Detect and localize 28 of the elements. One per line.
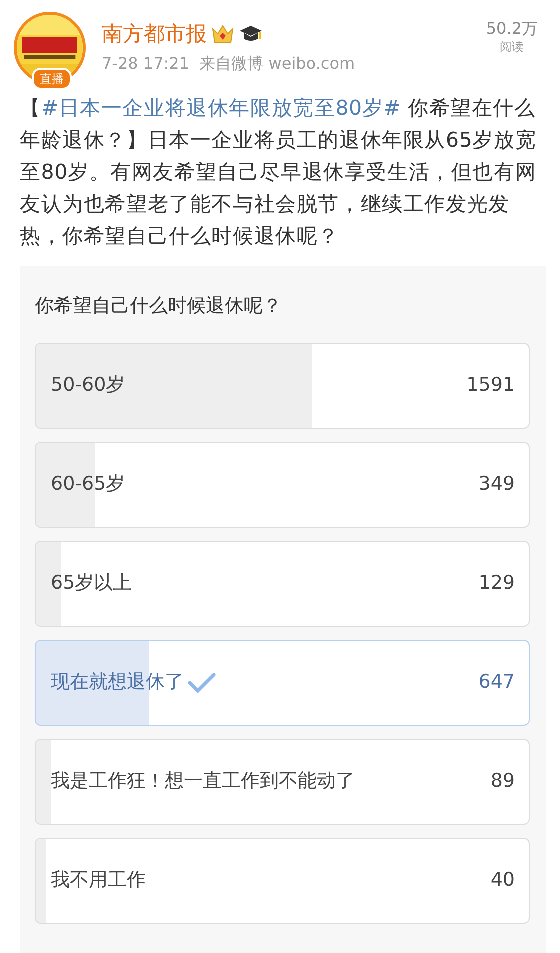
poll-option[interactable]: 50-60岁 1591 (35, 342, 530, 428)
post-time: 7-28 17:21 (102, 54, 190, 73)
poll-option[interactable]: 60-65岁 349 (35, 442, 530, 528)
post-source: 来自微博 weibo.com (200, 54, 356, 73)
vote-count: 89 (490, 769, 515, 794)
post-text: 【#日本一企业将退休年限放宽至80岁# 你希望在什么年龄退休？】日本一企业将员工的退休年限从65岁放宽至80岁。有网友希望自己尽早退休享受生活，但也有网友认为也希望老了能不与社会脱节，继续工作发光发热，你希望自己什么时候退休呢？ (19, 95, 538, 250)
vote-count: 647 (478, 670, 515, 696)
option-label: 我是工作狂！想一直工作到不能动了 (51, 769, 355, 794)
read-label: 阅读 (499, 39, 526, 56)
option-label: 65岁以上 (51, 571, 132, 596)
poll-option[interactable]: 我不用工作 40 (35, 838, 530, 924)
option-label: 50-60岁 (51, 373, 126, 398)
hashtag-link[interactable]: #日本一企业将退休年限放宽至80岁# (41, 96, 402, 120)
vote-count: 40 (490, 868, 515, 894)
poll-question: 你希望自己什么时候退休呢？ (35, 294, 283, 319)
poll-option[interactable]: 65岁以上 129 (35, 540, 530, 626)
crown-icon (211, 23, 235, 45)
vote-count: 349 (478, 472, 515, 498)
poll-option[interactable]: 我是工作狂！想一直工作到不能动了 89 (35, 738, 530, 824)
option-label: 现在就想退休了 (51, 670, 184, 695)
vote-count: 129 (478, 571, 515, 596)
read-count: 50.2万 (486, 20, 538, 38)
option-label: 我不用工作 (51, 868, 146, 893)
check-icon (188, 672, 216, 694)
live-badge: 直播 (32, 68, 72, 90)
poll-option[interactable]: 现在就想退休了 647 (35, 640, 530, 726)
vote-count: 1591 (466, 373, 515, 398)
option-label: 60-65岁 (51, 472, 126, 497)
